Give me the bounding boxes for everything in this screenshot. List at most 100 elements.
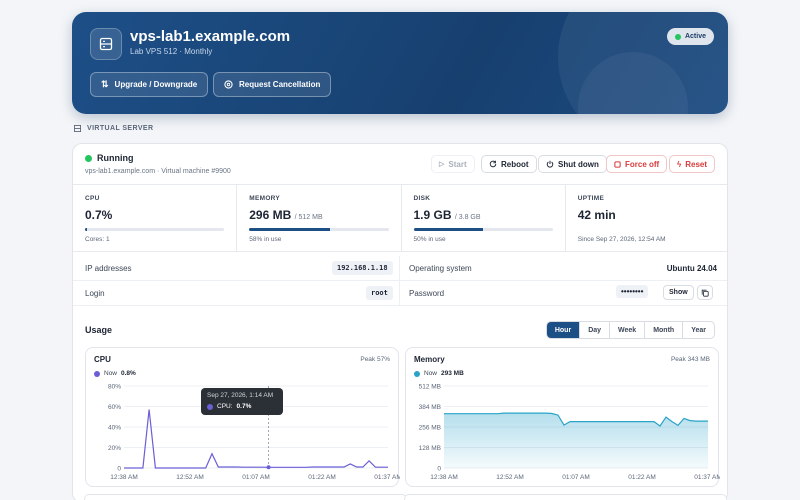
cpu-usage-bar xyxy=(85,228,225,231)
cancel-circle-icon xyxy=(224,80,233,89)
login-label: Login xyxy=(85,289,105,298)
memory-ytick-label: 384 MB xyxy=(419,404,441,411)
cpu-hover-point xyxy=(266,465,271,470)
status-badge-label: Active xyxy=(684,33,706,40)
memory-usage-bar xyxy=(249,228,389,231)
show-password-button[interactable]: Show xyxy=(663,285,694,300)
next-chart-card xyxy=(84,494,407,500)
virtual-server-card: Running vps-lab1.example.com · Virtual m… xyxy=(72,143,728,500)
reboot-button[interactable]: Reboot xyxy=(481,155,537,173)
range-year[interactable]: Year xyxy=(682,322,714,338)
reboot-label: Reboot xyxy=(501,159,529,169)
memory-usage-fill xyxy=(249,228,330,231)
disk-usage-bar xyxy=(413,228,553,231)
uptime-value: 42 min xyxy=(577,208,616,222)
cpu-chart[interactable]: 0 20% 40% 60% 80% 12:38 AM 12:52 AM 01:07 AM 01:… xyxy=(86,348,400,488)
memory-total: / 512 MB xyxy=(294,214,323,221)
memory-percent: 58% in use xyxy=(249,236,282,243)
memory-ytick-label: 0 xyxy=(437,466,441,473)
memory-label: MEMORY xyxy=(249,195,281,202)
tooltip-label: CPU: xyxy=(217,403,233,410)
page-title: vps-lab1.example.com xyxy=(130,28,291,45)
arrows-up-down-icon: ⇅ xyxy=(101,79,109,89)
start-label: Start xyxy=(448,159,467,169)
os-value: Ubuntu 24.04 xyxy=(666,264,717,273)
cpu-xtick-label: 01:07 AM xyxy=(242,474,269,481)
server-details: vps-lab1.example.com · Virtual machine #… xyxy=(85,168,231,175)
disk-percent: 50% in use xyxy=(413,236,446,243)
range-month[interactable]: Month xyxy=(644,322,682,338)
shutdown-button[interactable]: Shut down xyxy=(538,155,607,173)
memory-xtick-label: 01:07 AM xyxy=(562,474,589,481)
tooltip-time: Sep 27, 2026, 1:14 AM xyxy=(207,392,274,399)
range-hour[interactable]: Hour xyxy=(546,322,580,338)
disk-value: 1.9 GB / 3.8 GB xyxy=(414,208,553,222)
range-day[interactable]: Day xyxy=(579,322,609,338)
cancel-label: Request Cancellation xyxy=(239,80,321,89)
force-off-button[interactable]: Force off xyxy=(606,155,668,173)
server-header-banner: vps-lab1.example.com Lab VPS 512 · Month… xyxy=(72,12,728,114)
divider xyxy=(399,281,400,305)
server-icon xyxy=(90,28,122,60)
login-value[interactable]: root xyxy=(366,286,393,300)
disk-total: / 3.8 GB xyxy=(454,214,481,221)
play-icon: ▷ xyxy=(439,161,445,168)
cpu-value: 0.7% xyxy=(85,208,113,222)
password-value: •••••••• xyxy=(616,285,649,298)
upgrade-label: Upgrade / Downgrade xyxy=(114,80,198,89)
os-label: Operating system xyxy=(409,264,472,273)
server-small-icon xyxy=(74,125,81,132)
cpu-cores: Cores: 1 xyxy=(85,236,110,243)
cpu-label: CPU xyxy=(85,195,100,202)
cpu-xtick-label: 01:22 AM xyxy=(308,474,335,481)
cpu-ytick-label: 0 xyxy=(117,466,121,473)
server-status-label: Running xyxy=(97,153,134,163)
uptime-label: UPTIME xyxy=(577,195,605,202)
memory-used: 296 MB xyxy=(249,208,292,222)
uptime-since: Since Sep 27, 2026, 12:54 AM xyxy=(577,236,666,243)
memory-value: 296 MB / 512 MB xyxy=(249,208,388,222)
plan-subtitle: Lab VPS 512 · Monthly xyxy=(130,47,213,56)
reset-label: Reset xyxy=(685,159,708,169)
memory-metric: MEMORY 296 MB / 512 MB 58% in use xyxy=(237,185,402,251)
start-button[interactable]: ▷ Start xyxy=(431,155,475,173)
cpu-ytick-label: 40% xyxy=(108,425,121,432)
section-label-text: VIRTUAL SERVER xyxy=(87,125,154,132)
cpu-chart-card: CPU Peak 57% Now 0.8% 0 20% 40% 60% 80% 12:38… xyxy=(85,347,400,488)
running-dot xyxy=(85,154,92,162)
memory-xtick-label: 01:37 AM xyxy=(694,474,720,481)
request-cancellation-button[interactable]: Request Cancellation xyxy=(213,72,332,97)
disk-metric: DISK 1.9 GB / 3.8 GB 50% in use xyxy=(402,185,566,251)
tooltip-dot xyxy=(207,403,213,410)
tooltip-value-row: CPU: 0.7% xyxy=(207,403,277,410)
cpu-xtick-label: 12:38 AM xyxy=(110,474,137,481)
power-icon xyxy=(546,160,554,168)
uptime-metric: UPTIME 42 min Since Sep 27, 2026, 12:54 … xyxy=(566,185,727,251)
ip-value[interactable]: 192.168.1.18 xyxy=(332,261,393,275)
cpu-ytick-label: 20% xyxy=(108,445,121,452)
memory-chart-card: Memory Peak 343 MB Now 293 MB 0 128 MB 256… xyxy=(405,347,720,488)
disk-usage-fill xyxy=(413,228,484,231)
reboot-icon xyxy=(489,160,497,168)
copy-password-button[interactable] xyxy=(697,285,713,300)
cpu-metric: CPU 0.7% Cores: 1 xyxy=(73,185,238,251)
memory-ytick-label: 512 MB xyxy=(419,384,441,391)
divider xyxy=(399,256,400,280)
metrics-row: CPU 0.7% Cores: 1 MEMORY 296 MB / 512 MB… xyxy=(73,184,727,252)
disk-label: DISK xyxy=(413,195,431,202)
force-off-label: Force off xyxy=(625,159,660,169)
range-selector: Hour Day Week Month Year xyxy=(545,321,715,339)
status-dot xyxy=(674,33,681,40)
cpu-usage-fill xyxy=(85,228,87,231)
memory-ytick-label: 128 MB xyxy=(419,445,441,452)
stop-icon xyxy=(614,160,621,168)
upgrade-button[interactable]: ⇅ Upgrade / Downgrade xyxy=(90,72,209,97)
reset-button[interactable]: ϟ Reset xyxy=(669,155,716,173)
disk-used: 1.9 GB xyxy=(413,208,452,222)
memory-chart[interactable]: 0 128 MB 256 MB 384 MB 512 MB 12:38 AM 12:52 A… xyxy=(406,348,720,488)
range-week[interactable]: Week xyxy=(609,322,644,338)
usage-title: Usage xyxy=(85,325,113,335)
ip-label: IP addresses xyxy=(85,264,132,273)
next-chart-card xyxy=(404,494,727,500)
copy-icon xyxy=(701,289,709,297)
